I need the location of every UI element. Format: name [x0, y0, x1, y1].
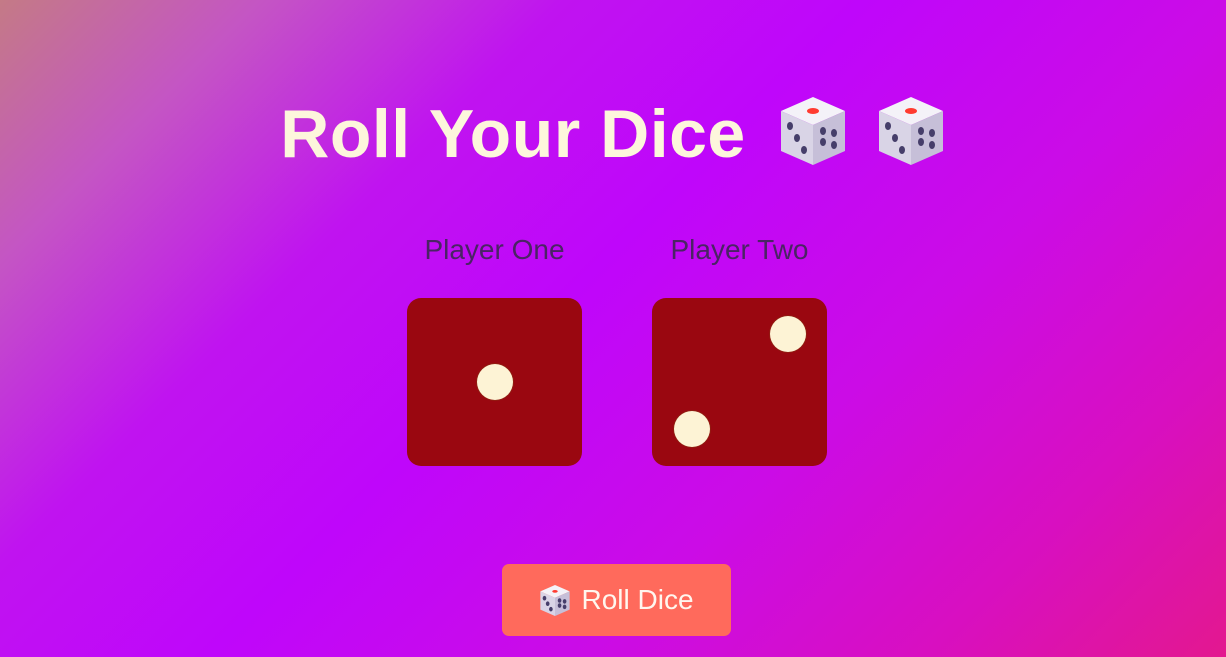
player-one-panel: Player One: [407, 234, 582, 466]
die-pip: [674, 411, 710, 447]
player-one-die: [407, 298, 582, 466]
player-two-die: [652, 298, 827, 466]
player-two-label: Player Two: [670, 234, 809, 265]
title-row: Roll Your Dice: [0, 84, 1226, 184]
roll-dice-button[interactable]: Roll Dice: [502, 564, 731, 636]
title-dice-group: [778, 95, 946, 167]
roll-dice-label: Roll Dice: [581, 584, 694, 615]
die-pip: [770, 316, 806, 352]
die-pip: [477, 364, 513, 400]
player-two-panel: Player Two: [652, 234, 827, 466]
dice-icon: [876, 95, 946, 167]
dice-icon: [778, 95, 848, 167]
page-title: Roll Your Dice: [280, 96, 746, 172]
dice-icon: [539, 584, 571, 617]
